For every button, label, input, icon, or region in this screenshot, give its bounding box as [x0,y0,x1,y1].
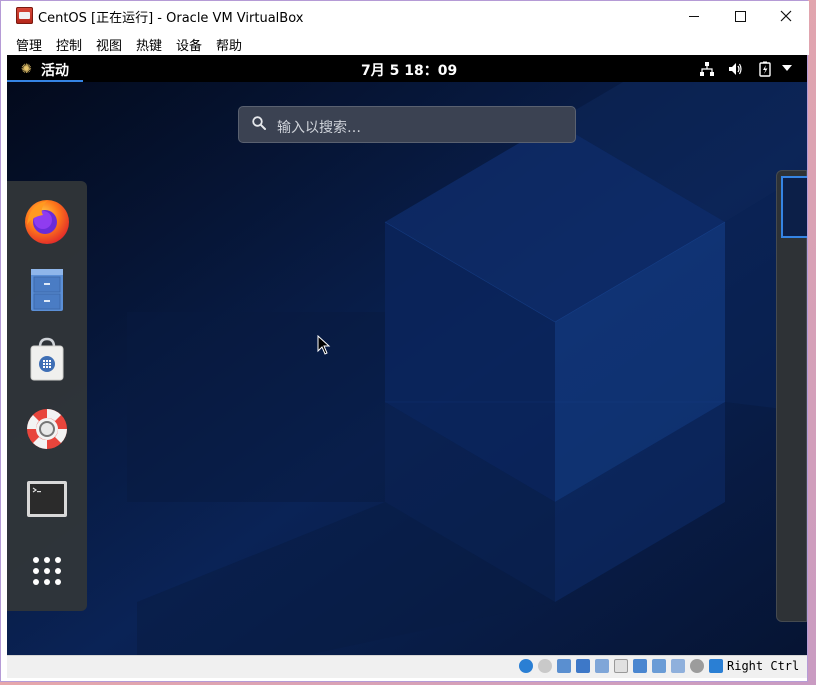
maximize-button[interactable] [717,1,763,31]
volume-icon[interactable] [727,61,743,77]
dropdown-arrow-icon[interactable] [782,65,792,71]
network-adapter-icon[interactable] [576,659,590,673]
network-icon[interactable] [699,61,715,77]
maximize-icon [734,10,746,22]
dash-favorites [7,181,87,611]
host-key-label: Right Ctrl [727,659,800,673]
menu-bar: 管理 控制 视图 热键 设备 帮助 [1,31,809,55]
optical-drive-icon[interactable] [538,659,552,673]
shared-folder-icon[interactable] [614,659,628,673]
title-bar[interactable]: CentOS [正在运行] - Oracle VM VirtualBox [1,1,809,31]
workspace-thumbnail[interactable] [781,176,807,238]
clock[interactable]: 7月 5 18：09 [361,60,457,80]
workspace-switcher[interactable] [776,170,807,622]
activities-button[interactable]: ✺ 活动 [7,55,83,82]
menu-manage[interactable]: 管理 [16,35,42,54]
minimize-icon [689,15,699,17]
minimize-button[interactable] [671,1,717,31]
keyboard-capture-icon[interactable] [709,659,723,673]
audio-icon[interactable] [557,659,571,673]
gnome-top-bar: ✺ 活动 7月 5 18：09 [7,55,807,82]
display-icon[interactable] [633,659,647,673]
vm-status-bar: Right Ctrl [7,655,807,678]
usb-icon[interactable] [595,659,609,673]
mouse-cursor-icon [317,335,331,355]
virtualbox-app-icon [16,7,33,24]
search-icon [252,116,266,130]
close-icon [780,10,792,22]
guest-screen[interactable]: ✺ 活动 7月 5 18：09 输入以搜索… [7,55,807,655]
firefox-icon[interactable] [21,195,73,247]
window-title: CentOS [正在运行] - Oracle VM VirtualBox [38,11,304,26]
show-apps-icon[interactable] [21,545,73,597]
menu-hotkey[interactable]: 热键 [136,35,162,54]
terminal-icon[interactable] [21,473,73,525]
hard-disk-icon[interactable] [519,659,533,673]
battery-icon[interactable] [758,61,772,77]
help-icon[interactable] [21,403,73,455]
desktop-wallpaper [7,82,807,655]
menu-help[interactable]: 帮助 [216,35,242,54]
search-input[interactable]: 输入以搜索… [238,106,576,143]
menu-control[interactable]: 控制 [56,35,82,54]
activities-label: 活动 [41,63,69,79]
mouse-integration-icon[interactable] [690,659,704,673]
search-placeholder: 输入以搜索… [277,120,361,136]
cpu-icon[interactable] [671,659,685,673]
software-icon[interactable] [21,333,73,385]
close-button[interactable] [763,1,809,31]
activities-icon: ✺ [21,62,32,77]
menu-view[interactable]: 视图 [96,35,122,54]
menu-devices[interactable]: 设备 [176,35,202,54]
files-icon[interactable] [21,263,73,315]
recording-icon[interactable] [652,659,666,673]
